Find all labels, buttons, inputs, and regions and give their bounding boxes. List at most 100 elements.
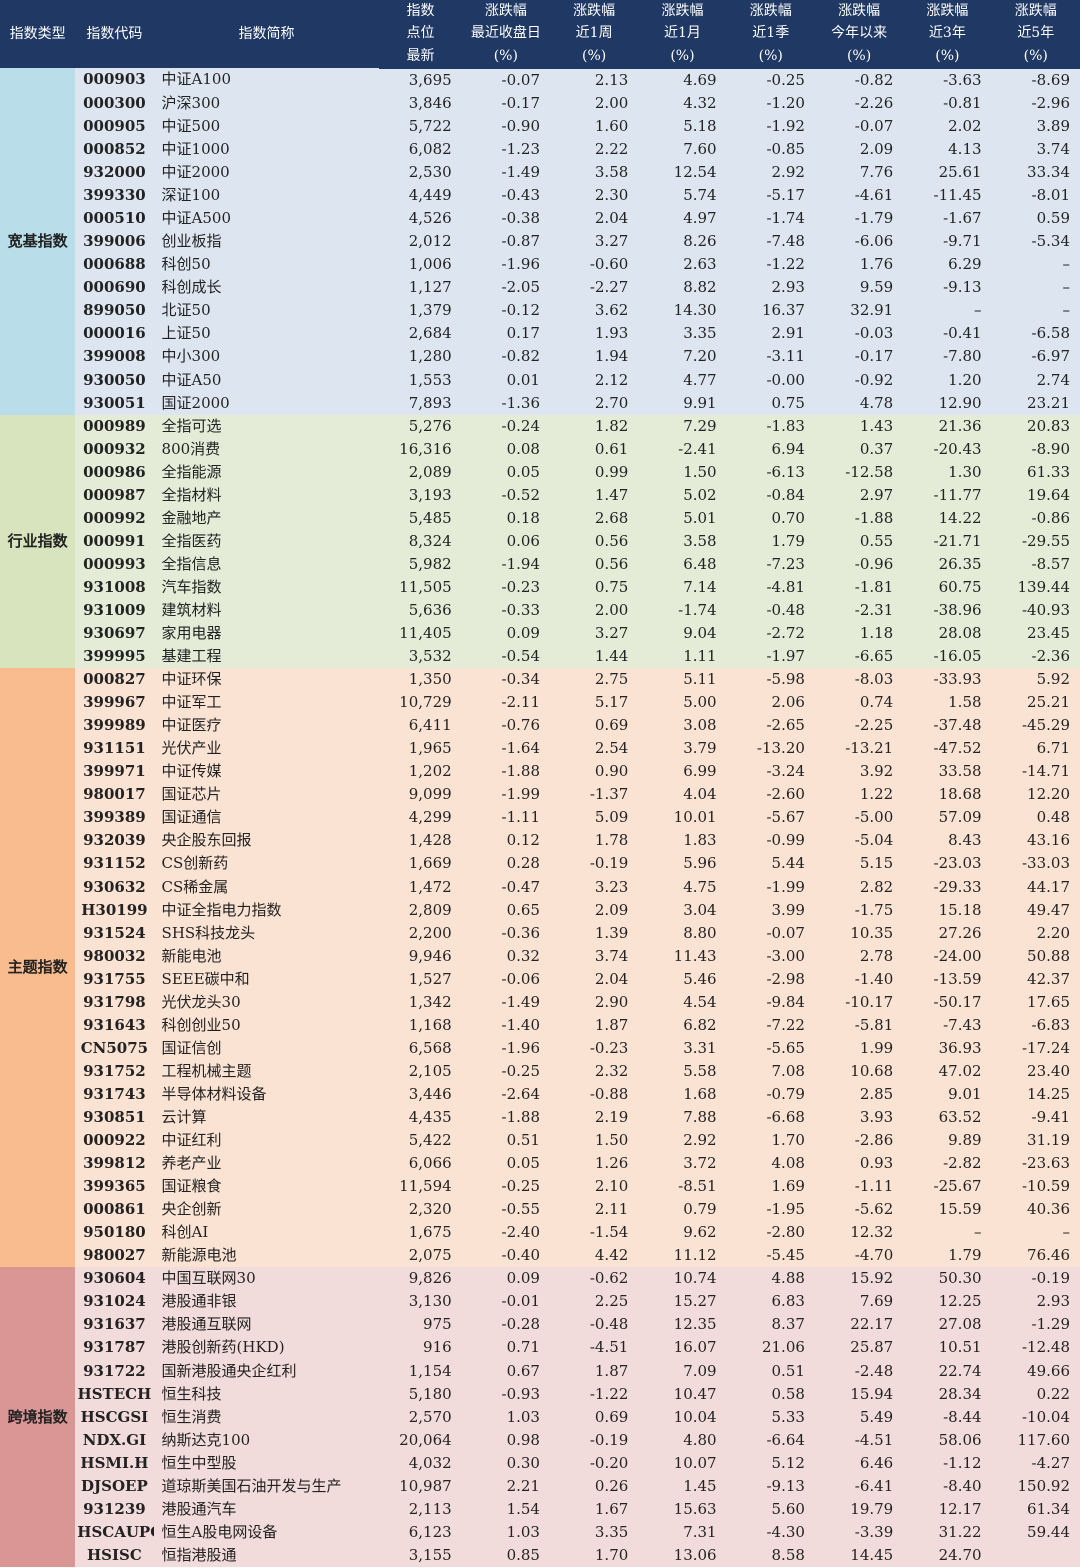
cell-points: 1,965	[379, 737, 462, 761]
cell-points: 5,636	[379, 598, 462, 623]
cell-chg-1m: -8.51	[638, 1175, 727, 1199]
cell-points: 1,669	[379, 852, 462, 876]
cell-chg-ytd: 9.59	[814, 276, 904, 300]
cell-chg-1q: 1.69	[726, 1175, 815, 1199]
cell-code: 931151	[75, 737, 154, 761]
cell-chg-1m: 5.00	[638, 691, 727, 715]
cell-chg-1w: 0.99	[549, 460, 639, 484]
cell-chg-ytd: 10.35	[814, 921, 904, 945]
cell-chg-ytd: 1.76	[814, 253, 904, 277]
cell-chg-3y: 33.58	[903, 760, 992, 784]
cell-chg-1m: 15.27	[638, 1290, 727, 1314]
cell-chg-1m: 7.14	[638, 575, 727, 599]
cell-name: 中小300	[153, 345, 380, 369]
cell-chg-5y: 0.48	[991, 806, 1080, 830]
cell-points: 1,428	[379, 829, 462, 853]
cell-chg-3y: -0.81	[903, 91, 992, 115]
cell-chg-1q: 0.75	[726, 391, 815, 415]
cell-chg-1q: 5.12	[726, 1451, 815, 1475]
cell-chg-5y: 31.19	[991, 1129, 1080, 1153]
cell-code: 931752	[75, 1059, 154, 1083]
cell-code: 950180	[75, 1221, 154, 1245]
cell-chg-ytd: -0.92	[814, 368, 904, 392]
cell-chg-ytd: 12.32	[814, 1221, 904, 1245]
cell-name: 中证环保	[153, 668, 380, 692]
cell-code: 931722	[75, 1359, 154, 1383]
cell-chg-last: -1.36	[461, 391, 550, 415]
cell-chg-last: 0.67	[461, 1359, 550, 1383]
cell-chg-ytd: -2.86	[814, 1129, 904, 1153]
cell-chg-5y: 6.71	[991, 737, 1080, 761]
cell-chg-ytd: -2.31	[814, 598, 904, 623]
cell-chg-3y: -3.63	[903, 67, 992, 92]
cell-points: 4,299	[379, 806, 462, 830]
cell-code: 000989	[75, 414, 154, 438]
cell-chg-3y: –	[903, 299, 992, 323]
cell-chg-1w: 2.22	[549, 138, 639, 162]
cell-points: 10,987	[379, 1474, 462, 1498]
header-name: 指数简称	[153, 0, 380, 68]
cell-chg-3y: 4.13	[903, 138, 992, 162]
cell-chg-ytd: 10.68	[814, 1059, 904, 1083]
cell-chg-1w: 2.00	[549, 598, 639, 623]
cell-chg-1w: 0.69	[549, 714, 639, 738]
cell-code: 399330	[75, 184, 154, 208]
cell-points: 1,527	[379, 967, 462, 991]
cell-chg-5y: -33.03	[991, 852, 1080, 876]
cell-chg-1q: -1.92	[726, 114, 815, 139]
cell-name: 国新港股通央企红利	[153, 1359, 380, 1383]
cell-chg-ytd: 19.79	[814, 1497, 904, 1521]
cell-chg-3y: 27.08	[903, 1313, 992, 1337]
cell-chg-1m: 10.07	[638, 1451, 727, 1475]
cell-name: 新能电池	[153, 944, 380, 968]
header-col6-line3: (%)	[903, 44, 992, 69]
table-row: 000510 中证A500 4,526 -0.38 2.04 4.97 -1.74 -1.79…	[0, 207, 1080, 231]
cell-name: 国证芯片	[153, 783, 380, 807]
cell-chg-1w: 2.68	[549, 506, 639, 530]
cell-chg-last: 0.01	[461, 368, 550, 392]
cell-name: 港股通汽车	[153, 1497, 380, 1521]
cell-chg-last: -1.40	[461, 1013, 550, 1037]
cell-code: 000688	[75, 253, 154, 277]
cell-code: 931743	[75, 1082, 154, 1106]
cell-name: 央企股东回报	[153, 829, 380, 853]
cell-name: 科创AI	[153, 1221, 380, 1245]
cell-chg-3y: -11.77	[903, 483, 992, 507]
cell-chg-3y: -33.93	[903, 668, 992, 692]
cell-chg-last: 0.05	[461, 1152, 550, 1176]
cell-points: 9,099	[379, 783, 462, 807]
cell-name: 国证信创	[153, 1036, 380, 1060]
header-col4-line3: (%)	[726, 44, 815, 69]
cell-chg-1m: 1.83	[638, 829, 727, 853]
cell-code: 980017	[75, 783, 154, 807]
cell-chg-1m: 5.18	[638, 114, 727, 139]
cell-chg-ytd: 5.49	[814, 1405, 904, 1429]
cell-chg-1m: 0.79	[638, 1198, 727, 1222]
cell-chg-1m: 5.96	[638, 852, 727, 876]
cell-chg-ytd: -10.17	[814, 990, 904, 1014]
cell-chg-1q: -1.97	[726, 645, 815, 669]
cell-points: 6,411	[379, 714, 462, 738]
cell-chg-5y: 3.74	[991, 138, 1080, 162]
cell-chg-ytd: -1.81	[814, 575, 904, 599]
table-row: 932039 央企股东回报 1,428 0.12 1.78 1.83 -0.99 -5.04 8…	[0, 829, 1080, 853]
cell-chg-ytd: 1.18	[814, 622, 904, 646]
cell-points: 3,532	[379, 645, 462, 669]
cell-points: 2,570	[379, 1405, 462, 1429]
header-col3-line1: 涨跌幅	[638, 0, 727, 23]
cell-chg-3y: 9.89	[903, 1129, 992, 1153]
cell-code: 399389	[75, 806, 154, 830]
cell-chg-3y: -50.17	[903, 990, 992, 1014]
table-row: 931024 港股通非银 3,130 -0.01 2.25 15.27 6.83 7.69 12…	[0, 1290, 1080, 1314]
table-row: 980027 新能源电池 2,075 -0.40 4.42 11.12 -5.45 -4.70…	[0, 1244, 1080, 1268]
cell-chg-1q: -6.13	[726, 460, 815, 484]
cell-code: 931008	[75, 575, 154, 599]
cell-points: 6,123	[379, 1520, 462, 1544]
cell-points: 2,113	[379, 1497, 462, 1521]
cell-chg-1q: 4.08	[726, 1152, 815, 1176]
cell-chg-5y: -8.69	[991, 67, 1080, 92]
cell-chg-3y: 14.22	[903, 506, 992, 530]
cell-chg-1m: 3.79	[638, 737, 727, 761]
cell-chg-last: 2.21	[461, 1474, 550, 1498]
header-col4-line1: 涨跌幅	[726, 0, 815, 23]
